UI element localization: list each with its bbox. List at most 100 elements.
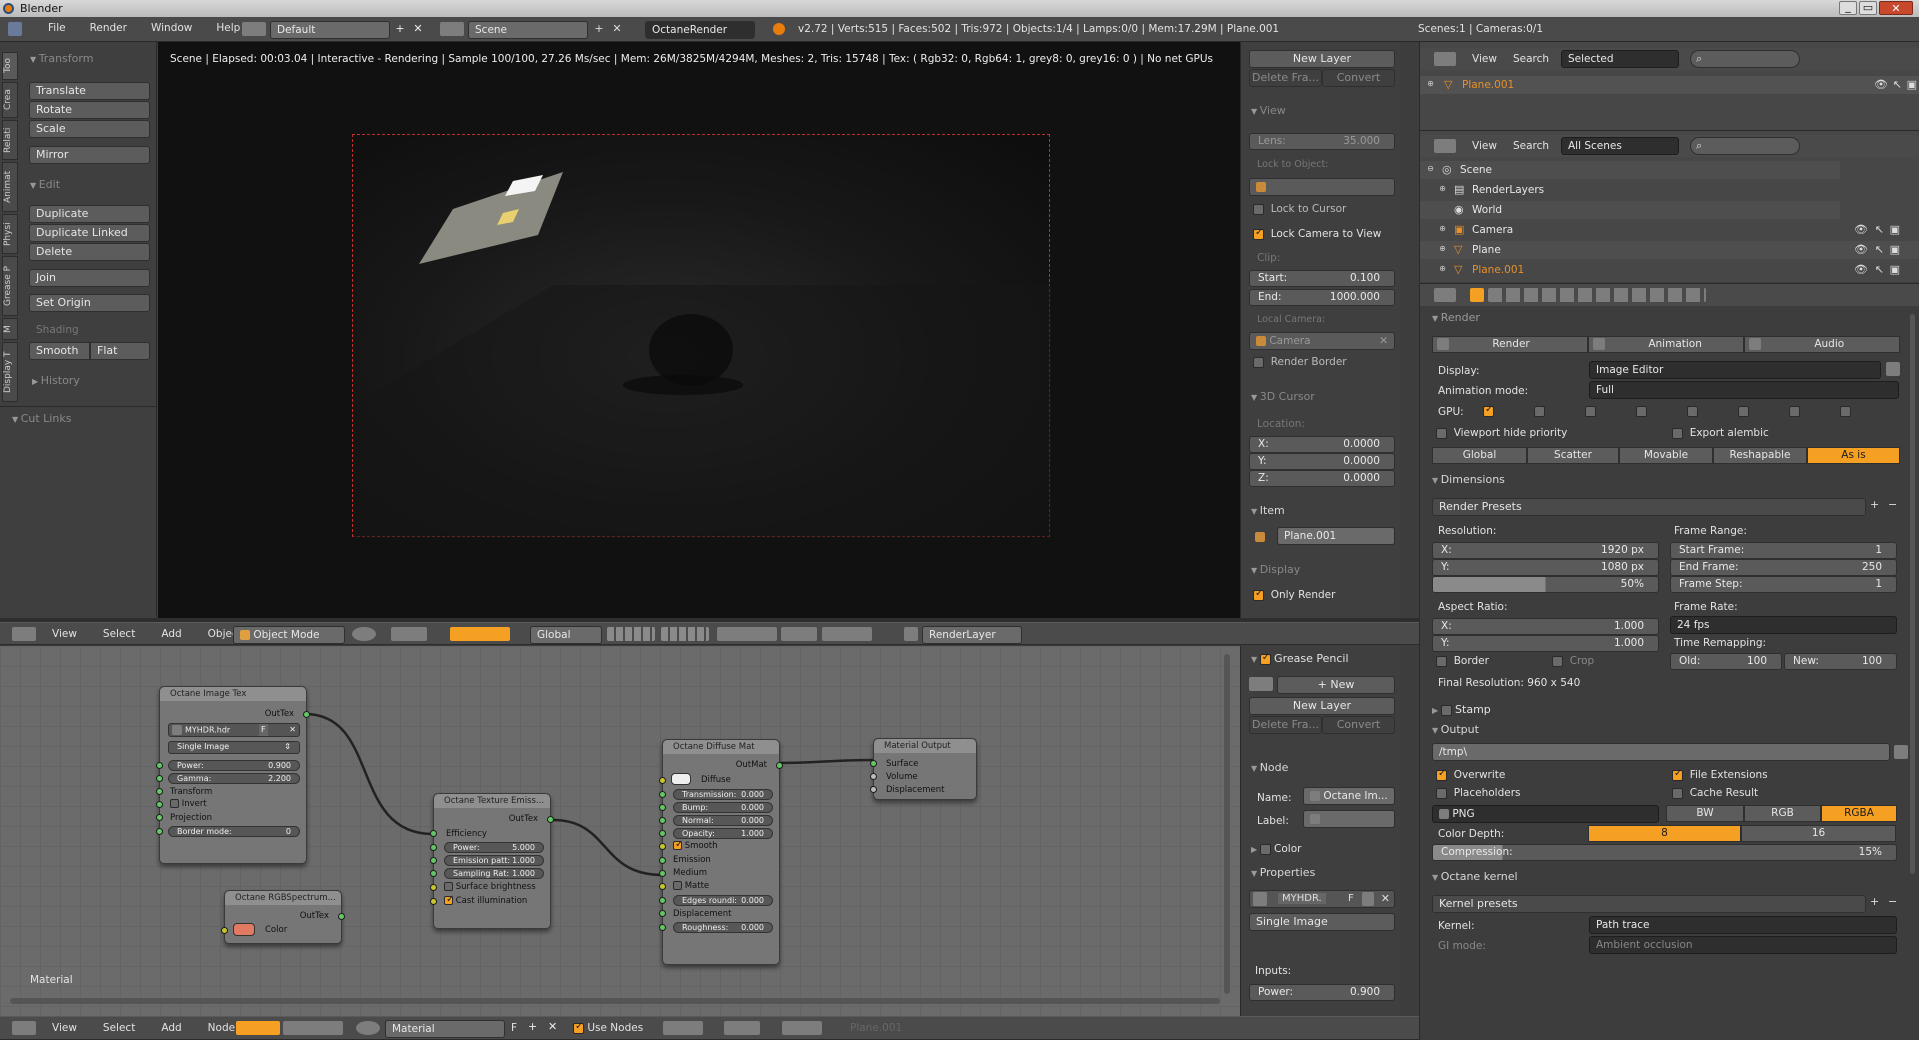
layout-selector[interactable]: Default <box>270 21 390 39</box>
emission-pattern-field[interactable]: Emission patt: 1.000 <box>444 855 544 866</box>
texture-type-icons[interactable] <box>283 1021 343 1035</box>
search-field[interactable]: ⌕ <box>1690 137 1800 155</box>
grease-pencil-header[interactable]: ▼ Grease Pencil <box>1251 652 1349 666</box>
lock-camera-checkbox[interactable] <box>1253 227 1264 240</box>
diffuse-swatch[interactable] <box>671 773 691 785</box>
surface-socket[interactable] <box>870 760 877 767</box>
material-selector[interactable]: Material <box>385 1020 505 1038</box>
surface-brightness-row[interactable]: Surface brightness <box>444 882 536 892</box>
bump-field[interactable]: Bump: 0.000 <box>673 802 773 813</box>
only-render-row[interactable]: Only Render <box>1253 588 1335 601</box>
shader-type-icons[interactable] <box>236 1021 280 1035</box>
gpu-3-checkbox[interactable] <box>1585 406 1596 417</box>
image-type-dropdown[interactable]: Single Image <box>1249 913 1395 931</box>
new-gp-button[interactable]: + New <box>1277 676 1395 694</box>
color-socket[interactable] <box>221 927 228 934</box>
clip-end-field[interactable]: End: 1000.000 <box>1249 289 1395 306</box>
end-frame-field[interactable]: End Frame: 250 <box>1670 559 1897 576</box>
export-alembic-row[interactable]: Export alembic <box>1672 427 1769 439</box>
lock-cursor-checkbox[interactable] <box>1253 203 1264 215</box>
camera-label[interactable]: Camera <box>1472 224 1513 236</box>
mirror-button[interactable]: Mirror <box>29 146 150 164</box>
remap-new-field[interactable]: New: 100 <box>1784 653 1897 670</box>
item-panel-header[interactable]: Item <box>1251 504 1285 517</box>
delete-button[interactable]: Delete <box>29 243 150 261</box>
gpu-6-checkbox[interactable] <box>1738 406 1749 417</box>
viewport-shading-icon[interactable] <box>352 627 376 641</box>
power-field[interactable]: Power: 5.000 <box>444 842 544 853</box>
remove-material-button[interactable]: ✕ <box>548 1020 557 1033</box>
color-rgb[interactable]: RGB <box>1744 805 1821 822</box>
aspect-y-field[interactable]: Y: 1.000 <box>1432 635 1659 652</box>
lock-interface-icon[interactable] <box>1886 362 1900 376</box>
material-output-node[interactable]: Material Output Surface Volume Displacem… <box>870 738 977 800</box>
outliner-row-scene[interactable]: ⊖ ◎ Scene <box>1420 161 1840 179</box>
restrict-select-icon[interactable]: ↖ <box>1875 263 1884 276</box>
render-presets-dropdown[interactable]: Render Presets <box>1432 498 1866 516</box>
animation-button[interactable]: Animation <box>1588 336 1744 353</box>
view-menu[interactable]: View <box>1472 140 1497 152</box>
view-menu[interactable]: View <box>52 628 77 640</box>
node-editor[interactable]: Octane Image Tex OutTex MYHDR.hdr F ✕ Si… <box>0 646 1240 1016</box>
orientation-selector[interactable]: Global <box>530 626 602 644</box>
gi-mode-dropdown[interactable]: Ambient occlusion <box>1589 936 1897 954</box>
folder-icon[interactable] <box>1894 745 1908 759</box>
audio-button[interactable]: Audio <box>1744 336 1900 353</box>
projection-socket[interactable] <box>156 814 163 821</box>
image-type-dropdown[interactable]: Single Image ⇕ <box>168 741 300 754</box>
sampling-socket[interactable] <box>430 870 437 877</box>
restrict-render-icon[interactable]: ▣ <box>1890 263 1900 276</box>
context-tabs-icons[interactable] <box>1488 288 1706 302</box>
translate-button[interactable]: Translate <box>29 82 150 100</box>
display-filter-dropdown[interactable]: All Scenes <box>1561 137 1679 155</box>
power-socket[interactable] <box>156 762 163 769</box>
power-socket[interactable] <box>430 844 437 851</box>
display-dropdown[interactable]: Image Editor <box>1589 361 1881 379</box>
opacity-field[interactable]: Opacity: 1.000 <box>673 828 773 839</box>
menu-file[interactable]: File <box>48 22 66 34</box>
backdrop-icons[interactable] <box>782 1021 822 1035</box>
display-panel-header[interactable]: Display <box>1251 563 1301 576</box>
proportional-edit-icon[interactable] <box>717 627 777 641</box>
cast-illumination-socket[interactable] <box>430 898 437 905</box>
remove-kernel-preset-button[interactable]: − <box>1888 895 1897 908</box>
power-field[interactable]: Power: 0.900 <box>168 760 300 771</box>
roughness-socket[interactable] <box>659 924 666 931</box>
render-border-checkbox[interactable] <box>1253 356 1264 368</box>
add-scene-button[interactable]: + <box>592 21 606 37</box>
transmission-field[interactable]: Transmission: 0.000 <box>673 789 773 800</box>
plane-001-label[interactable]: Plane.001 <box>1472 264 1524 276</box>
menu-render[interactable]: Render <box>90 22 127 34</box>
restrict-render-icon[interactable]: ▣ <box>1890 243 1900 256</box>
restrict-render-icon[interactable]: ▣ <box>1890 223 1900 236</box>
placeholders-row[interactable]: Placeholders <box>1436 787 1521 799</box>
item-name-field[interactable]: Plane.001 <box>1277 527 1395 545</box>
restrict-select-icon[interactable]: ↖ <box>1875 223 1884 236</box>
close-icon[interactable]: ✕ <box>289 724 296 736</box>
layers-grid-2-icon[interactable] <box>661 627 709 641</box>
set-origin-dropdown[interactable]: Set Origin <box>29 294 150 312</box>
roughness-field[interactable]: Roughness: 0.000 <box>673 922 773 933</box>
invert-row[interactable]: Invert <box>170 799 207 809</box>
resolution-x-field[interactable]: X: 1920 px <box>1432 542 1659 559</box>
duplicate-button[interactable]: Duplicate <box>29 205 150 223</box>
render-panel-header[interactable]: Render <box>1432 311 1480 324</box>
viewport-hide-row[interactable]: Viewport hide priority <box>1436 427 1567 439</box>
editor-type-icon[interactable] <box>12 1021 36 1035</box>
dimensions-panel-header[interactable]: Dimensions <box>1432 473 1505 486</box>
delete-frame-button[interactable]: Delete Fra... <box>1249 69 1322 87</box>
edges-rounding-field[interactable]: Edges roundi: 0.000 <box>673 895 773 906</box>
scene-icon[interactable] <box>440 22 464 36</box>
pencil-icon[interactable] <box>1249 677 1273 691</box>
folder-icon[interactable] <box>1362 892 1374 906</box>
display-filter-dropdown[interactable]: Selected <box>1561 50 1679 68</box>
snap-icons[interactable] <box>724 1021 760 1035</box>
edit-panel-header[interactable]: Edit <box>30 178 60 191</box>
menu-help[interactable]: Help <box>216 22 240 34</box>
node-scrollbar-vertical[interactable] <box>1224 654 1230 994</box>
rotate-button[interactable]: Rotate <box>29 101 150 119</box>
lens-field[interactable]: Lens: 35.000 <box>1249 133 1395 150</box>
sampling-rate-field[interactable]: Sampling Rat: 1.000 <box>444 868 544 879</box>
editor-type-icon[interactable] <box>1434 52 1456 66</box>
world-label[interactable]: World <box>1472 204 1502 216</box>
